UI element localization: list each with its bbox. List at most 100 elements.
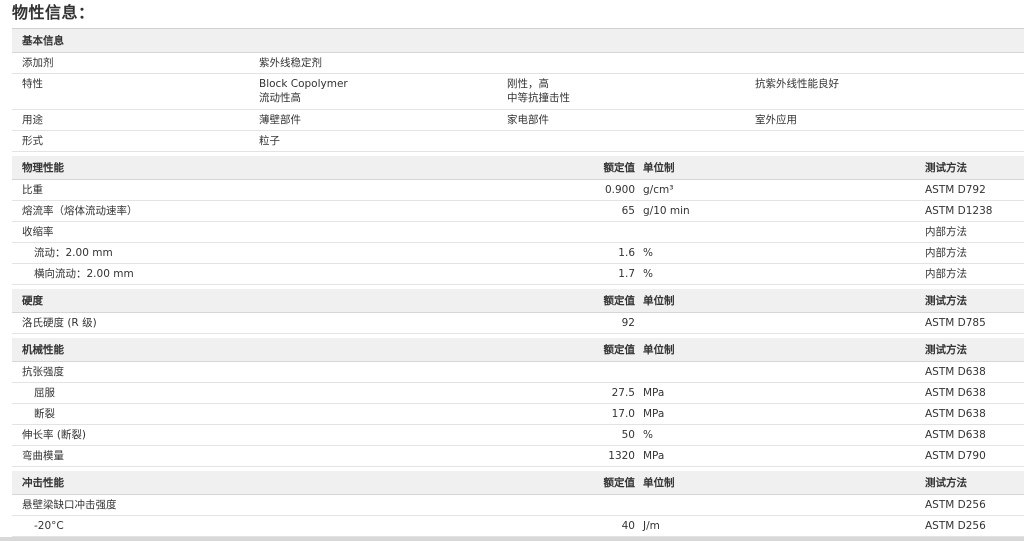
row-value: 粒子 [259, 135, 280, 147]
section-header-hardness: 硬度 额定值 单位制 测试方法 [12, 289, 1024, 313]
col-value-header: 额定值 [603, 477, 636, 489]
property-method: 内部方法 [925, 268, 967, 280]
property-value: 0.900 [604, 184, 635, 196]
property-unit: % [643, 268, 653, 280]
property-unit: J/m [643, 520, 660, 532]
property-value: 1.6 [618, 247, 635, 259]
row-value: 抗紫外线性能良好 [755, 77, 839, 91]
section-header-basic: 基本信息 [12, 29, 1024, 53]
property-value: 1320 [608, 450, 635, 462]
basic-row-form: 形式 粒子 [12, 131, 1024, 152]
col-method-header: 测试方法 [925, 477, 967, 489]
property-method: ASTM D256 [925, 520, 986, 532]
col-unit-header: 单位制 [643, 344, 675, 356]
basic-row-features: 特性 Block Copolymer 流动性高 刚性，高 中等抗撞击性 抗紫外线… [12, 74, 1024, 110]
section-title: 冲击性能 [22, 477, 64, 489]
property-value: 92 [621, 317, 635, 329]
property-row: 伸长率 (断裂) 50 % ASTM D638 [12, 425, 1024, 446]
col-unit-header: 单位制 [643, 477, 675, 489]
basic-row-uses: 用途 薄壁部件 家电部件 室外应用 [12, 110, 1024, 131]
property-row: 比重 0.900 g/cm³ ASTM D792 [12, 180, 1024, 201]
property-row: -20°C 40 J/m ASTM D256 [12, 516, 1024, 537]
property-method: ASTM D638 [925, 366, 986, 378]
property-row: 悬壁梁缺口冲击强度 ASTM D256 [12, 495, 1024, 516]
property-method: ASTM D792 [925, 184, 986, 196]
col-method-header: 测试方法 [925, 295, 967, 307]
section-title: 基本信息 [22, 35, 64, 47]
property-method: 内部方法 [925, 226, 967, 238]
value-line: 流动性高 [259, 92, 301, 104]
row-label: 用途 [22, 114, 43, 126]
page-title: 物性信息： [12, 3, 95, 22]
property-method: ASTM D638 [925, 429, 986, 441]
section-header-impact: 冲击性能 额定值 单位制 测试方法 [12, 471, 1024, 495]
property-label: 洛氏硬度 (R 级) [22, 317, 97, 329]
property-label: 收缩率 [22, 226, 54, 238]
property-row: 弯曲模量 1320 MPa ASTM D790 [12, 446, 1024, 467]
property-value: 1.7 [618, 268, 635, 280]
property-label: 屈服 [34, 387, 55, 399]
property-method: ASTM D790 [925, 450, 986, 462]
property-unit: g/10 min [643, 205, 690, 217]
property-row: 横向流动：2.00 mm 1.7 % 内部方法 [12, 264, 1024, 285]
property-label: 抗张强度 [22, 366, 64, 378]
row-label: 特性 [22, 78, 43, 90]
property-value: 40 [621, 520, 635, 532]
value-line: 刚性，高 [507, 78, 549, 90]
row-value: 紫外线稳定剂 [259, 57, 322, 69]
col-unit-header: 单位制 [643, 295, 675, 307]
section-title: 硬度 [22, 295, 43, 307]
col-method-header: 测试方法 [925, 344, 967, 356]
property-unit: % [643, 429, 653, 441]
section-header-mechanical: 机械性能 额定值 单位制 测试方法 [12, 338, 1024, 362]
row-value: 薄壁部件 [259, 114, 301, 126]
row-label: 形式 [22, 135, 43, 147]
property-unit: MPa [643, 387, 665, 399]
property-value: 50 [621, 429, 635, 441]
property-label: 断裂 [34, 408, 55, 420]
value-line: 中等抗撞击性 [507, 92, 570, 104]
col-value-header: 额定值 [603, 295, 636, 307]
row-value: 家电部件 [507, 114, 549, 126]
property-method: ASTM D256 [925, 499, 986, 511]
property-label: 比重 [22, 184, 43, 196]
property-unit: MPa [643, 408, 665, 420]
property-row: 收缩率 内部方法 [12, 222, 1024, 243]
property-value: 65 [621, 205, 635, 217]
property-method: ASTM D1238 [925, 205, 993, 217]
property-value: 17.0 [611, 408, 635, 420]
basic-row-additive: 添加剂 紫外线稳定剂 [12, 53, 1024, 74]
property-unit: % [643, 247, 653, 259]
col-method-header: 测试方法 [925, 162, 967, 174]
section-title: 物理性能 [22, 162, 64, 174]
property-label: 熔流率（熔体流动速率） [22, 205, 138, 217]
col-value-header: 额定值 [603, 344, 636, 356]
property-method: 内部方法 [925, 247, 967, 259]
property-value: 27.5 [611, 387, 635, 399]
property-row: 断裂 17.0 MPa ASTM D638 [12, 404, 1024, 425]
property-label: 弯曲模量 [22, 450, 64, 462]
property-label: 伸长率 (断裂) [22, 429, 87, 441]
property-method: ASTM D785 [925, 317, 986, 329]
property-row: 洛氏硬度 (R 级) 92 ASTM D785 [12, 313, 1024, 334]
section-title: 机械性能 [22, 344, 64, 356]
properties-sheet: 基本信息 添加剂 紫外线稳定剂 特性 Block Copolymer 流动性高 … [12, 28, 1024, 537]
property-method: ASTM D638 [925, 408, 986, 420]
row-value: Block Copolymer 流动性高 [259, 77, 348, 105]
row-value: 室外应用 [755, 114, 797, 126]
property-label: 横向流动：2.00 mm [34, 268, 134, 280]
property-unit: MPa [643, 450, 665, 462]
page-bottom-divider [0, 537, 1024, 541]
property-label: 悬壁梁缺口冲击强度 [22, 499, 117, 511]
property-row: 屈服 27.5 MPa ASTM D638 [12, 383, 1024, 404]
value-line: Block Copolymer [259, 78, 348, 90]
property-unit: g/cm³ [643, 184, 674, 196]
property-row: 抗张强度 ASTM D638 [12, 362, 1024, 383]
value-line: 抗紫外线性能良好 [755, 78, 839, 90]
col-value-header: 额定值 [603, 162, 636, 174]
row-label: 添加剂 [22, 57, 54, 69]
property-row: 熔流率（熔体流动速率） 65 g/10 min ASTM D1238 [12, 201, 1024, 222]
col-unit-header: 单位制 [643, 162, 675, 174]
property-method: ASTM D638 [925, 387, 986, 399]
property-row: 流动：2.00 mm 1.6 % 内部方法 [12, 243, 1024, 264]
